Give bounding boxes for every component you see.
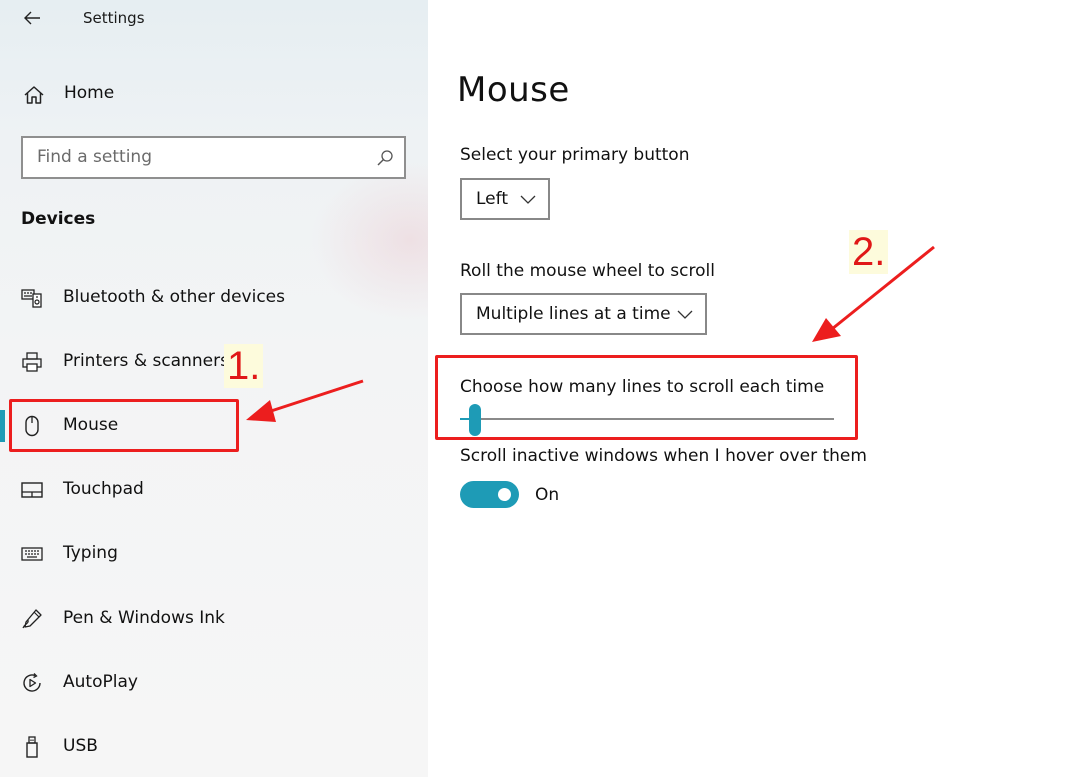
- wheel-scroll-label: Roll the mouse wheel to scroll: [460, 261, 715, 281]
- home-label: Home: [64, 83, 115, 103]
- sidebar-item-autoplay[interactable]: AutoPlay: [0, 660, 428, 706]
- app-title: Settings: [83, 9, 145, 27]
- selection-indicator: [0, 410, 5, 442]
- pen-icon: [22, 609, 42, 629]
- sidebar-item-pen[interactable]: Pen & Windows Ink: [0, 596, 428, 642]
- keyboard-icon: [21, 547, 43, 561]
- dropdown-value: Multiple lines at a time: [476, 304, 671, 324]
- sidebar-item-label: AutoPlay: [63, 672, 138, 692]
- home-icon: [24, 86, 44, 104]
- sidebar-item-label: Printers & scanners: [63, 351, 229, 371]
- sidebar-item-typing[interactable]: Typing: [0, 531, 428, 577]
- home-nav-item[interactable]: Home: [0, 76, 428, 114]
- chevron-down-icon: [677, 310, 693, 319]
- touchpad-icon: [21, 482, 43, 498]
- sidebar-item-label: USB: [63, 736, 98, 756]
- autoplay-icon: [23, 673, 41, 692]
- dropdown-value: Left: [476, 189, 508, 209]
- search-placeholder: Find a setting: [37, 147, 152, 167]
- section-title: Devices: [21, 209, 96, 229]
- bluetooth-devices-icon: [21, 289, 42, 308]
- sidebar-item-bluetooth[interactable]: Bluetooth & other devices: [0, 275, 428, 321]
- inactive-scroll-toggle[interactable]: [460, 481, 519, 508]
- primary-button-dropdown[interactable]: Left: [460, 178, 550, 220]
- settings-sidebar: Settings Home Find a setting Devices Blu…: [0, 0, 428, 777]
- annotation-step-1: 1.: [224, 344, 264, 388]
- page-title: Mouse: [457, 70, 570, 110]
- sidebar-item-label: Bluetooth & other devices: [63, 287, 285, 307]
- search-icon: [377, 150, 393, 166]
- sidebar-item-printers[interactable]: Printers & scanners: [0, 339, 428, 385]
- search-input[interactable]: Find a setting: [21, 136, 406, 179]
- sidebar-item-touchpad[interactable]: Touchpad: [0, 467, 428, 513]
- back-arrow-icon: [24, 11, 40, 25]
- inactive-scroll-label: Scroll inactive windows when I hover ove…: [460, 446, 867, 466]
- sidebar-item-label: Typing: [63, 543, 118, 563]
- sidebar-item-usb[interactable]: USB: [0, 724, 428, 770]
- usb-icon: [26, 736, 38, 758]
- printer-icon: [22, 352, 42, 372]
- annotation-step-2: 2.: [849, 230, 889, 274]
- primary-button-label: Select your primary button: [460, 145, 690, 165]
- title-bar: Settings: [0, 0, 428, 38]
- annotation-box-slider: [435, 355, 858, 440]
- annotation-box-mouse: [9, 399, 239, 452]
- sidebar-item-label: Pen & Windows Ink: [63, 608, 225, 628]
- chevron-down-icon: [520, 195, 536, 204]
- sidebar-item-label: Touchpad: [63, 479, 144, 499]
- toggle-state-label: On: [535, 485, 560, 505]
- toggle-knob: [498, 488, 511, 501]
- wheel-scroll-dropdown[interactable]: Multiple lines at a time: [460, 293, 707, 335]
- back-button[interactable]: [14, 2, 50, 34]
